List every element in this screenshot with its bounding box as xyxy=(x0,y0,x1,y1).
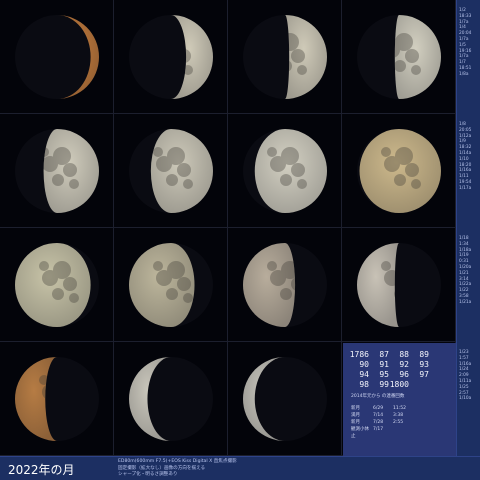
stat-label: 新月 xyxy=(351,420,360,425)
moon-cell xyxy=(228,114,342,228)
moon-image xyxy=(129,15,213,99)
count-number: 1800 xyxy=(389,380,409,389)
count-row: 90 91 92 93 xyxy=(349,360,450,370)
side-date-panel: 1/2 18:33 1/7a 1/4 20:04 1/7a 1/5 19:16 1/7a 1/7 1… xyxy=(456,0,480,456)
stat-time: 3:38 xyxy=(393,413,404,418)
moon-image xyxy=(129,129,213,213)
moon-image xyxy=(243,129,327,213)
moon-image xyxy=(243,15,327,99)
moon-cell xyxy=(228,228,342,342)
moon-cell xyxy=(0,342,114,456)
moon-image xyxy=(15,243,99,327)
moon-image xyxy=(15,357,99,441)
side-date-block: 1/18 1:34 1/18a 1/19 0:31 1/20a 1/21 3:14 1/22a 1… xyxy=(459,236,480,306)
moon-cell xyxy=(114,228,228,342)
lunar-stats: 新月 6/29 11:52 満月 7/14 3:38 新月 7/28 2:55 … xyxy=(351,405,406,440)
count-row: 98 99 1800 xyxy=(349,380,450,390)
equipment-notes: ED80m(600mm F7.5)+EOS Kiss Digital X 直焦点… xyxy=(118,459,237,479)
note-line: シャープ化・明るさ調整あり xyxy=(118,472,178,478)
side-date-line: 1/10a xyxy=(459,396,472,402)
moon-cell xyxy=(0,114,114,228)
side-date-line: 1/17a xyxy=(459,185,472,191)
count-number: 95 xyxy=(379,370,389,379)
stat-row: 満月 7/14 3:38 xyxy=(351,412,406,419)
count-number: 97 xyxy=(419,370,429,379)
moon-cell xyxy=(114,114,228,228)
moon-image xyxy=(243,243,327,327)
moon-cell xyxy=(0,228,114,342)
stat-date: 7/28 xyxy=(373,420,384,425)
count-grid: 1786 87 88 89 90 91 92 93 94 95 96 97 98… xyxy=(349,350,450,390)
count-number: 93 xyxy=(419,360,429,369)
page-title: 2022年の月 xyxy=(8,463,75,477)
count-caption: 2014年元から の連番回数 xyxy=(351,394,405,399)
moon-cell xyxy=(114,0,228,114)
footer-bar: 2022年の月 ED80m(600mm F7.5)+EOS Kiss Digit… xyxy=(0,456,480,480)
stat-label: 満月 xyxy=(351,413,360,418)
count-number: 99 xyxy=(379,380,389,389)
side-date-line: 1/21a xyxy=(459,299,472,305)
count-number: 89 xyxy=(419,350,429,359)
side-date-line: 1/8a xyxy=(459,71,469,77)
moon-image xyxy=(15,15,99,99)
count-number: 98 xyxy=(359,380,369,389)
moon-lit-area xyxy=(359,129,441,213)
count-number: 88 xyxy=(399,350,409,359)
count-number: 90 xyxy=(359,360,369,369)
moon-cell xyxy=(342,114,456,228)
moon-image xyxy=(357,15,441,99)
moon-cell xyxy=(342,0,456,114)
stat-date: 7/17 xyxy=(373,427,384,432)
stat-label: 新月 xyxy=(351,406,360,411)
moon-image xyxy=(129,243,213,327)
moon-lit-area xyxy=(254,129,327,213)
side-date-block: 1/8 20:05 1/12a 1/9 18:32 1/14a 1/10 18:20 1/16a… xyxy=(459,122,480,192)
count-number: 87 xyxy=(379,350,389,359)
moon-cell xyxy=(0,0,114,114)
count-number xyxy=(409,380,429,390)
stat-row: 新月 6/29 11:52 xyxy=(351,405,406,412)
moon-image xyxy=(15,129,99,213)
stat-date: 6/29 xyxy=(373,406,384,411)
moon-cell xyxy=(228,342,342,456)
count-number: 1786 xyxy=(349,350,369,359)
note-line: ED80m(600mm F7.5)+EOS Kiss Digital X 直焦点… xyxy=(118,459,237,464)
count-panel: 1786 87 88 89 90 91 92 93 94 95 96 97 98… xyxy=(343,343,456,456)
moon-cell xyxy=(114,342,228,456)
stat-row: 新月 7/28 2:55 xyxy=(351,419,406,426)
count-row: 94 95 96 97 xyxy=(349,370,450,380)
moon-image xyxy=(129,357,213,441)
count-number: 96 xyxy=(399,370,409,379)
side-date-block: 1/23 1:57 1/16a 1/24 2:09 1/11a 1/25 2:57 1/10a xyxy=(459,350,480,402)
stat-row: 観測小休止 7/17 xyxy=(351,426,406,440)
side-date-block: 1/2 18:33 1/7a 1/4 20:04 1/7a 1/5 19:16 1/7a 1/7 1… xyxy=(459,8,480,78)
count-row: 1786 87 88 89 xyxy=(349,350,450,360)
moon-lit-area xyxy=(243,243,296,327)
moon-image xyxy=(357,129,441,213)
moon-image xyxy=(243,357,327,441)
count-number: 91 xyxy=(379,360,389,369)
stat-time: 11:52 xyxy=(393,406,406,411)
count-number: 92 xyxy=(399,360,409,369)
moon-cell xyxy=(342,228,456,342)
stat-label: 観測小休止 xyxy=(351,427,369,439)
moon-image xyxy=(357,243,441,327)
stat-time: 2:55 xyxy=(393,420,404,425)
count-number: 94 xyxy=(359,370,369,379)
stat-date: 7/14 xyxy=(373,413,384,418)
moon-cell xyxy=(228,0,342,114)
